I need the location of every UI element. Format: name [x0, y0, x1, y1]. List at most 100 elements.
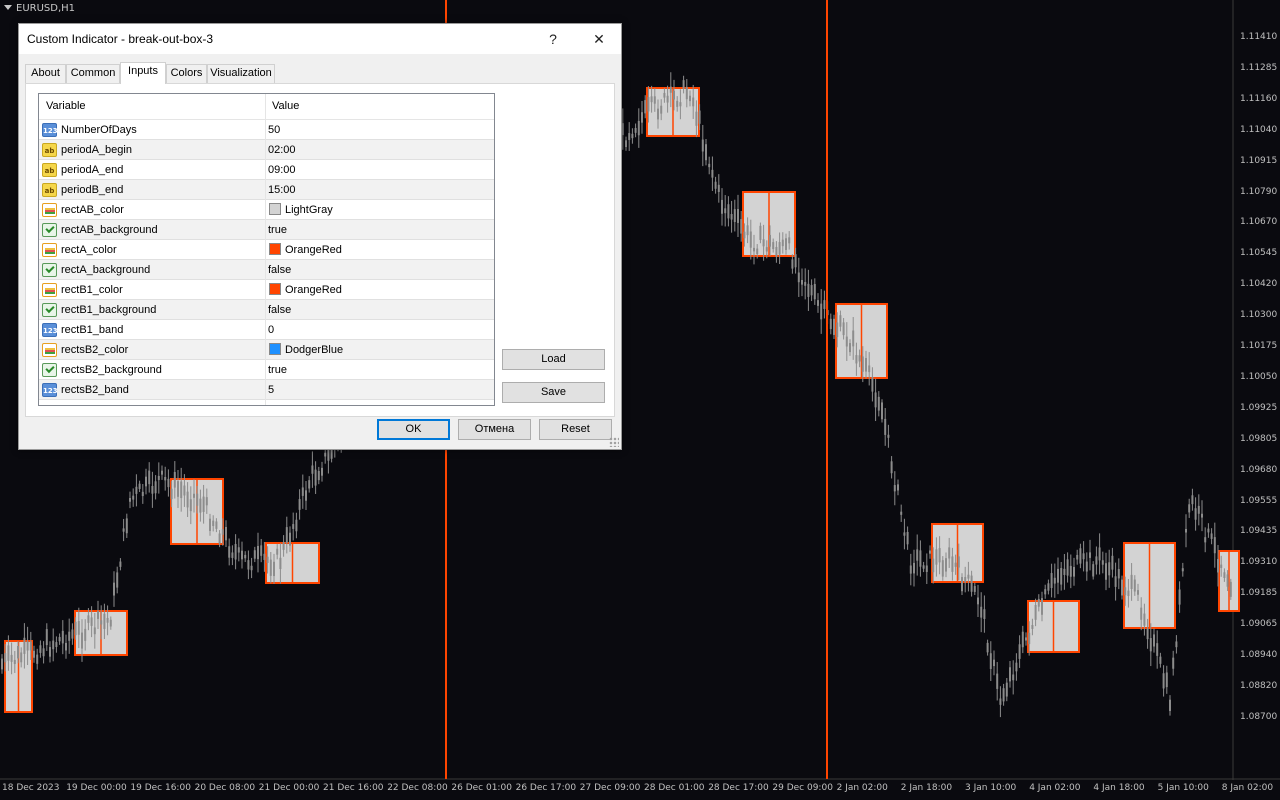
- column-header-value[interactable]: Value: [272, 100, 299, 112]
- candle-body: [845, 336, 848, 347]
- variable-value[interactable]: 5: [268, 384, 274, 396]
- candle-body: [1037, 598, 1040, 607]
- column-separator[interactable]: [265, 94, 266, 405]
- price-tick-label: 1.10300: [1240, 310, 1278, 321]
- candle-body: [868, 365, 871, 373]
- color-swatch[interactable]: [269, 343, 281, 355]
- candle-body: [753, 247, 755, 252]
- candle-body: [967, 574, 970, 579]
- tab-inputs[interactable]: Inputs: [120, 62, 166, 84]
- time-tick-label: 19 Dec 00:00: [66, 783, 127, 793]
- input-row-periodA_begin[interactable]: ab periodA_begin 02:00: [39, 140, 494, 160]
- candle-body: [708, 163, 711, 168]
- candle-body: [1082, 553, 1085, 560]
- variable-value[interactable]: false: [268, 264, 291, 276]
- string-type-icon: ab: [42, 183, 57, 197]
- time-tick-label: 21 Dec 16:00: [323, 783, 384, 793]
- variable-value[interactable]: DodgerBlue: [285, 344, 343, 356]
- candle-body: [1085, 561, 1088, 572]
- variable-value[interactable]: OrangeRed: [285, 244, 342, 256]
- variable-name: rectA_color: [61, 244, 117, 256]
- candle-body: [42, 648, 45, 657]
- candle-body: [721, 199, 723, 214]
- candle-body: [801, 279, 803, 285]
- candle-body: [634, 127, 637, 133]
- load-button[interactable]: Load: [502, 349, 605, 370]
- candle-body: [1047, 583, 1050, 591]
- candle-body: [650, 96, 653, 103]
- ok-button[interactable]: OK: [377, 419, 450, 440]
- tab-common[interactable]: Common: [66, 64, 120, 83]
- variable-value[interactable]: false: [268, 304, 291, 316]
- variable-value[interactable]: 50: [268, 124, 280, 136]
- input-row-rectsB2_background[interactable]: rectsB2_background true: [39, 360, 494, 380]
- input-row-rectB1_background[interactable]: rectB1_background false: [39, 300, 494, 320]
- input-row-NumberOfDays[interactable]: 123 NumberOfDays 50: [39, 120, 494, 140]
- candle-body: [653, 96, 656, 104]
- reset-button[interactable]: Reset: [539, 419, 612, 440]
- candle-body: [292, 524, 295, 529]
- cancel-button[interactable]: Отмена: [458, 419, 531, 440]
- candle-body: [285, 527, 288, 543]
- input-row-rectAB_background[interactable]: rectAB_background true: [39, 220, 494, 240]
- variable-value[interactable]: OrangeRed: [285, 284, 342, 296]
- input-row-rectB1_color[interactable]: rectB1_color OrangeRed: [39, 280, 494, 300]
- candle-body: [909, 565, 912, 574]
- variable-name: rectAB_background: [61, 224, 158, 236]
- candle-body: [1117, 569, 1120, 579]
- variable-value[interactable]: 15:00: [268, 184, 296, 196]
- column-header-variable[interactable]: Variable: [46, 100, 86, 112]
- candle-body: [324, 452, 327, 457]
- candle-body: [234, 543, 237, 560]
- variable-value[interactable]: 02:00: [268, 144, 296, 156]
- candle-body: [132, 495, 135, 500]
- candle-body: [749, 231, 752, 248]
- input-row-rectsB2_band[interactable]: 123 rectsB2_band 5: [39, 380, 494, 400]
- candle-body: [861, 356, 864, 372]
- tab-visualization[interactable]: Visualization: [207, 64, 275, 83]
- input-row-rectsB2_color[interactable]: rectsB2_color DodgerBlue: [39, 340, 494, 360]
- color-swatch[interactable]: [269, 243, 281, 255]
- inputs-grid[interactable]: Variable Value 123 NumberOfDays 50 ab period…: [38, 93, 495, 406]
- variable-name: periodA_begin: [61, 144, 132, 156]
- price-tick-label: 1.11410: [1240, 32, 1278, 42]
- tab-about[interactable]: About: [25, 64, 66, 83]
- candle-body: [1018, 644, 1021, 659]
- input-row-rectA_color[interactable]: rectA_color OrangeRed: [39, 240, 494, 260]
- input-row-periodB_end[interactable]: ab periodB_end 15:00: [39, 180, 494, 200]
- color-swatch[interactable]: [269, 203, 281, 215]
- save-button[interactable]: Save: [502, 382, 605, 403]
- input-row-rectB1_band[interactable]: 123 rectB1_band 0: [39, 320, 494, 340]
- variable-value[interactable]: LightGray: [285, 204, 333, 216]
- input-row-periodA_end[interactable]: ab periodA_end 09:00: [39, 160, 494, 180]
- candle-body: [269, 559, 272, 576]
- candle-body: [311, 465, 314, 474]
- tab-colors[interactable]: Colors: [166, 64, 207, 83]
- candle-body: [145, 476, 147, 487]
- resize-grip-icon[interactable]: [609, 437, 619, 447]
- input-row-rectAB_color[interactable]: rectAB_color LightGray: [39, 200, 494, 220]
- candle-body: [68, 631, 71, 641]
- candle-body: [23, 637, 26, 654]
- variable-value[interactable]: true: [268, 224, 287, 236]
- time-tick-label: 27 Dec 09:00: [579, 783, 641, 793]
- candle-body: [141, 491, 144, 497]
- variable-value[interactable]: true: [268, 364, 287, 376]
- candle-body: [241, 550, 243, 560]
- variable-value[interactable]: 09:00: [268, 164, 296, 176]
- dropdown-triangle-icon[interactable]: [4, 5, 12, 10]
- dialog-titlebar[interactable]: Custom Indicator - break-out-box-3 ? ✕: [19, 24, 621, 54]
- candle-body: [116, 572, 119, 588]
- candle-body: [855, 355, 858, 364]
- input-row-rectA_background[interactable]: rectA_background false: [39, 260, 494, 280]
- candle-body: [93, 627, 96, 635]
- help-button[interactable]: ?: [531, 24, 575, 54]
- candle-body: [676, 100, 679, 107]
- candle-body: [39, 645, 42, 653]
- close-button[interactable]: ✕: [577, 24, 621, 54]
- candle-body: [817, 300, 819, 306]
- candle-body: [109, 619, 112, 627]
- color-swatch[interactable]: [269, 283, 281, 295]
- candle-body: [781, 239, 784, 247]
- variable-value[interactable]: 0: [268, 324, 274, 336]
